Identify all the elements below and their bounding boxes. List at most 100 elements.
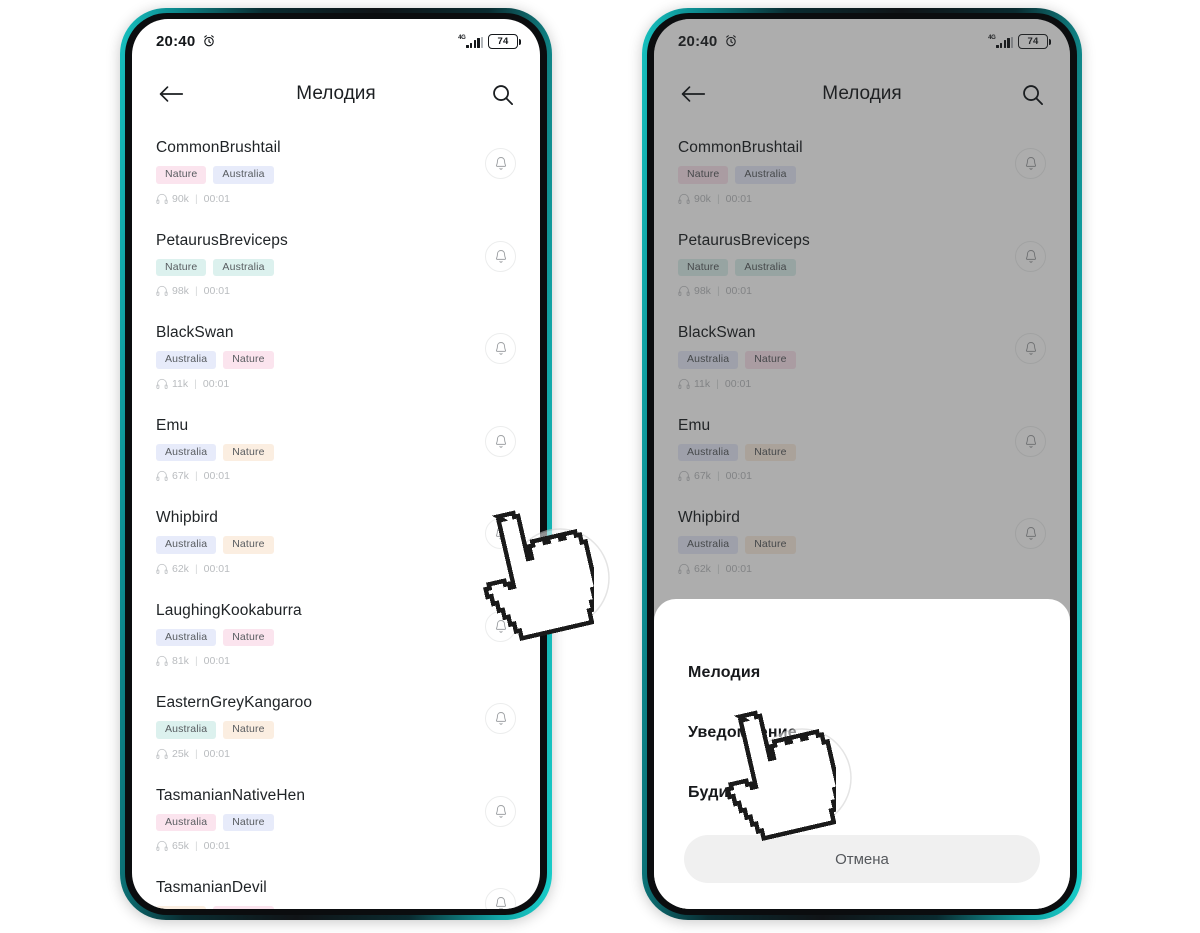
tag-nature[interactable]: Nature [223, 721, 274, 739]
play-count: 67k [172, 470, 189, 482]
page-title: Мелодия [296, 83, 376, 104]
tag-group: Australia Nature [156, 536, 540, 554]
tag-nature[interactable]: Nature [223, 536, 274, 554]
alarm-clock-icon [202, 34, 216, 48]
track-stats: 62k | 00:01 [156, 563, 540, 575]
signal-bars-primary [466, 37, 480, 48]
bell-icon [494, 341, 508, 356]
play-count: 98k [172, 285, 189, 297]
search-icon [491, 84, 514, 110]
bell-icon [494, 434, 508, 449]
search-button[interactable] [491, 83, 514, 106]
tag-australia[interactable]: Australia [156, 721, 217, 739]
bell-icon [494, 249, 508, 264]
list-item[interactable]: TasmanianDevil Nature Australia [132, 865, 540, 909]
battery-icon: 74 [488, 33, 521, 49]
list-item[interactable]: BlackSwan Australia Nature 11k | 00:01 [132, 310, 540, 403]
set-ringtone-button[interactable] [485, 425, 516, 457]
bottom-sheet: Мелодия Уведомление Будильник Отмена [654, 599, 1070, 909]
track-duration: 00:01 [203, 655, 230, 667]
stats-separator: | [194, 285, 198, 297]
set-ringtone-button[interactable] [485, 148, 516, 179]
set-ringtone-button[interactable] [485, 610, 516, 642]
phone-right-screen: 20:40 4G 74 Мелодия CommonBrushtail Natu… [654, 19, 1070, 909]
back-button[interactable] [158, 84, 184, 104]
set-ringtone-button[interactable] [485, 795, 516, 827]
tag-nature[interactable]: Nature [223, 443, 274, 461]
search-button[interactable] [1021, 83, 1044, 106]
track-stats: 65k | 00:01 [156, 840, 540, 852]
headphone-icon [156, 193, 168, 205]
tag-nature[interactable]: Nature [156, 258, 207, 276]
set-ringtone-button[interactable] [485, 518, 516, 549]
bell-icon [494, 526, 508, 541]
headphone-icon [156, 748, 168, 760]
tag-nature[interactable]: Nature [156, 906, 207, 909]
list-item[interactable]: Emu Australia Nature 67k | 00:01 [132, 403, 540, 496]
sheet-option[interactable]: Уведомление [654, 703, 1070, 763]
tag-nature[interactable]: Nature [156, 166, 207, 184]
play-count: 65k [172, 840, 189, 852]
set-ringtone-button[interactable] [485, 333, 516, 364]
track-duration: 00:01 [203, 840, 230, 852]
tag-australia[interactable]: Australia [213, 906, 274, 909]
tag-group: Nature Australia [156, 906, 540, 909]
stats-separator: | [194, 562, 198, 575]
track-name: Whipbird [156, 509, 218, 526]
tag-australia[interactable]: Australia [213, 258, 274, 276]
headphone-icon [156, 285, 168, 297]
tag-group: Australia Nature [156, 628, 540, 646]
track-duration: 00:01 [202, 377, 230, 390]
tag-australia[interactable]: Australia [156, 536, 217, 554]
tag-group: Nature Australia [156, 166, 540, 184]
track-stats: 67k | 00:01 [156, 470, 540, 482]
play-count: 25k [172, 747, 189, 760]
list-item[interactable]: Whipbird Australia Nature 62k | 00:01 [132, 495, 540, 588]
cancel-button[interactable]: Отмена [684, 835, 1040, 883]
tag-australia[interactable]: Australia [156, 443, 217, 461]
list-item[interactable]: LaughingKookaburra Australia Nature 81k |… [132, 588, 540, 681]
track-stats: 90k | 00:01 [156, 193, 540, 205]
tag-nature[interactable]: Nature [223, 628, 274, 646]
tag-group: Australia Nature [156, 351, 540, 369]
track-duration: 00:01 [203, 470, 230, 482]
set-ringtone-button[interactable] [485, 703, 516, 734]
tag-australia[interactable]: Australia [156, 351, 217, 369]
bell-icon [494, 711, 508, 726]
status-bar-left: 20:40 [156, 33, 216, 50]
back-button[interactable] [680, 84, 706, 104]
list-item[interactable]: EasternGreyKangaroo Australia Nature 25k … [132, 680, 540, 773]
tag-group: Australia Nature [156, 721, 540, 739]
phone-right-bezel: 20:40 4G 74 Мелодия CommonBrushtail Natu… [647, 13, 1077, 915]
track-stats: 25k | 00:01 [156, 748, 540, 760]
stats-separator: | [194, 192, 198, 205]
tag-group: Australia Nature [156, 443, 540, 461]
tag-australia[interactable]: Australia [156, 628, 217, 646]
list-item[interactable]: TasmanianNativeHen Australia Nature 65k |… [132, 773, 540, 866]
search-icon [1021, 84, 1044, 110]
status-bar-right: 4G 74 [458, 33, 521, 49]
headphone-icon [156, 470, 168, 482]
arrow-left-icon [158, 86, 184, 108]
bell-icon [494, 804, 508, 819]
track-name: TasmanianDevil [156, 879, 267, 896]
track-stats: 98k | 00:01 [156, 285, 540, 297]
set-ringtone-button[interactable] [485, 240, 516, 272]
list-item[interactable]: PetaurusBreviceps Nature Australia 98k | … [132, 218, 540, 311]
list-item[interactable]: CommonBrushtail Nature Australia 90k | 00… [132, 125, 540, 218]
network-type-label: 4G [458, 34, 466, 41]
sheet-option[interactable]: Будильник [654, 763, 1070, 823]
phone-left-screen: 20:40 4G 74 Мелодия CommonBrushtail Natu… [132, 19, 540, 909]
tag-australia[interactable]: Australia [156, 813, 217, 831]
headphone-icon [156, 655, 168, 667]
stats-separator: | [194, 747, 198, 760]
sheet-option[interactable]: Мелодия [654, 643, 1070, 703]
bell-icon [494, 156, 508, 171]
tag-nature[interactable]: Nature [223, 351, 274, 369]
melody-list: CommonBrushtail Nature Australia 90k | 00… [132, 125, 540, 909]
status-bar: 20:40 4G 74 [132, 19, 540, 63]
tag-nature[interactable]: Nature [223, 813, 274, 831]
tag-australia[interactable]: Australia [213, 166, 274, 184]
battery-level-label: 74 [497, 35, 509, 47]
phone-left: 20:40 4G 74 Мелодия CommonBrushtail Natu… [120, 8, 552, 920]
